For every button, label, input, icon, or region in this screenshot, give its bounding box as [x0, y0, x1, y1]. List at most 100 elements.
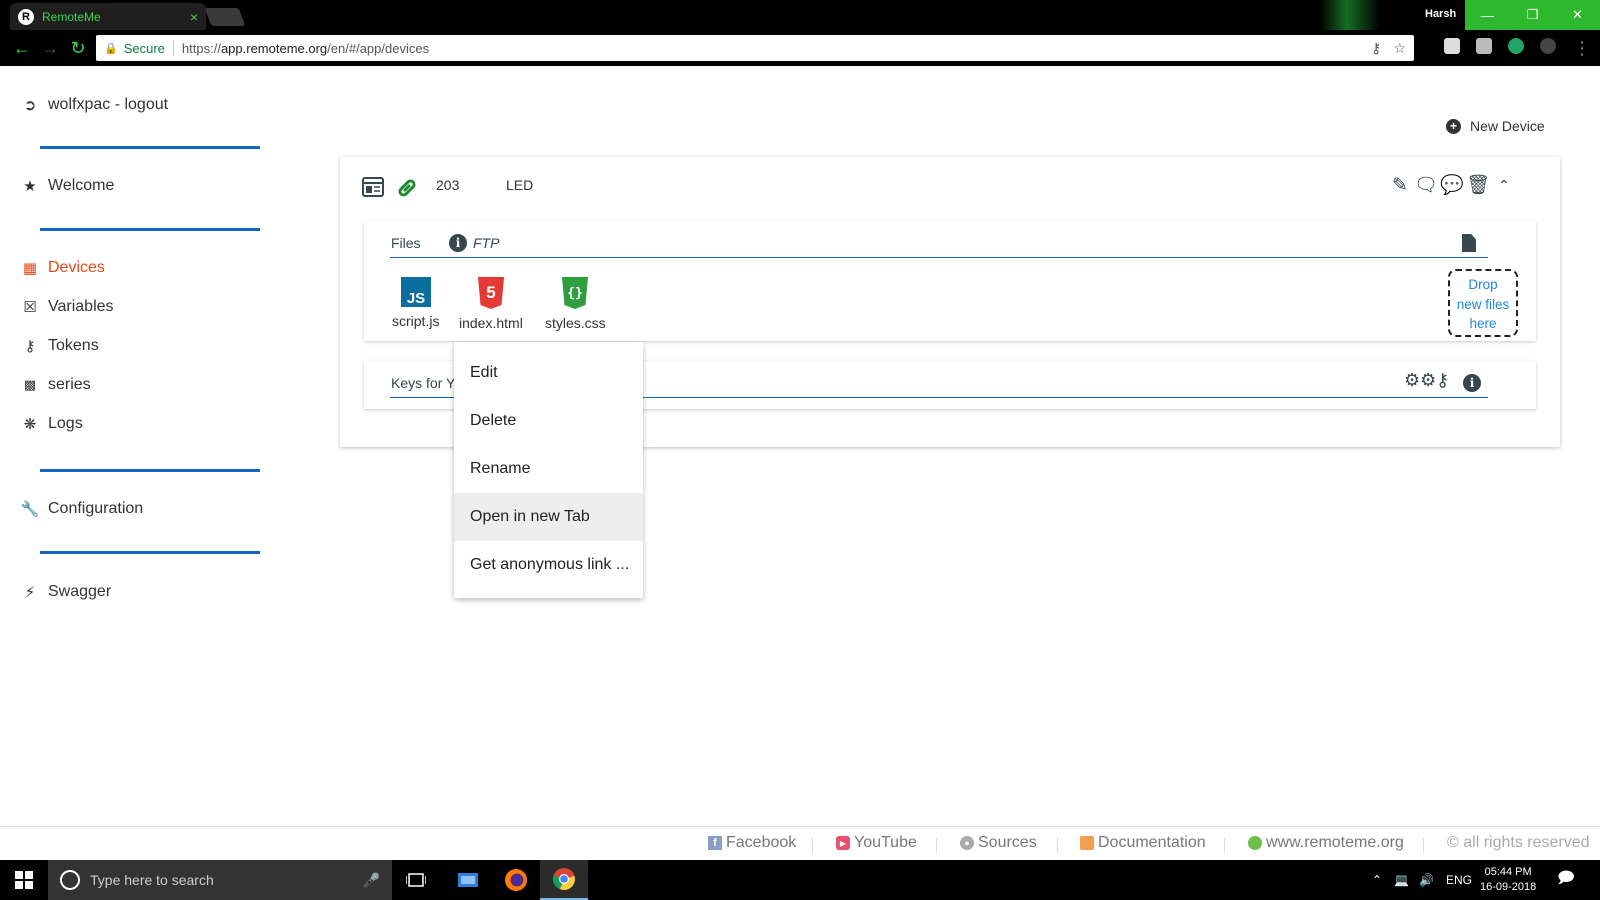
ftp-tab[interactable]: FTP	[473, 235, 499, 251]
omnibox-separator	[172, 40, 174, 56]
conversation-icon[interactable]: 💬	[1440, 173, 1464, 197]
delete-trash-icon[interactable]: 🗑	[1466, 173, 1490, 197]
key-icon[interactable]: ⚷	[1371, 40, 1381, 57]
browser-menu-icon[interactable]: ⋮	[1570, 36, 1594, 60]
footer-separator	[812, 837, 813, 853]
microphone-icon[interactable]: 🎤	[363, 872, 380, 889]
sidebar-item-label: Swagger	[48, 583, 112, 600]
device-name: LED	[506, 177, 534, 193]
github-icon: ●	[960, 836, 974, 850]
info-icon[interactable]: i	[1463, 374, 1481, 392]
sidebar-divider	[40, 551, 260, 554]
footer-link-label: YouTube	[854, 834, 917, 851]
network-icon[interactable]: 💻	[1394, 873, 1409, 887]
plus-circle-icon: +	[1446, 118, 1461, 134]
tab-close-icon[interactable]: ×	[190, 9, 198, 25]
browser-user-name[interactable]: Harsh	[1425, 8, 1456, 20]
edit-device-icon[interactable]: ✎	[1388, 173, 1412, 197]
menu-item-edit[interactable]: Edit	[454, 349, 643, 397]
chart-icon: ▩	[23, 377, 37, 392]
sidebar-divider	[40, 228, 260, 231]
sidebar-item-label: Devices	[48, 259, 105, 276]
extension-cube-icon[interactable]	[1444, 38, 1460, 54]
language-indicator[interactable]: ENG	[1446, 873, 1472, 887]
sidebar-item-devices[interactable]: ▦ Devices	[20, 259, 105, 277]
volume-icon[interactable]: 🔊	[1419, 873, 1434, 887]
key-icon: ⚷	[24, 338, 36, 355]
sidebar-item-logs[interactable]: ❋ Logs	[20, 415, 83, 433]
keys-label[interactable]: Keys for Y	[391, 375, 455, 391]
file-index-html[interactable]: 5 index.html	[459, 277, 523, 331]
menu-item-rename[interactable]: Rename	[454, 445, 643, 493]
drop-zone-line: here	[1469, 316, 1497, 331]
menu-item-anonymous-link[interactable]: Get anonymous link ...	[454, 541, 643, 589]
file-context-menu: Edit Delete Rename Open in new Tab Get a…	[454, 342, 643, 598]
file-styles-css[interactable]: {} styles.css	[545, 277, 606, 331]
window-close-button[interactable]: ✕	[1555, 0, 1600, 30]
taskbar-app-explorer[interactable]	[444, 860, 492, 900]
web-page-icon[interactable]	[362, 177, 384, 197]
sidebar-item-configuration[interactable]: 🔧 Configuration	[20, 500, 144, 518]
new-file-icon[interactable]	[1462, 234, 1476, 252]
js-file-icon: JS	[400, 277, 431, 307]
key-add-icon[interactable]: ⚷	[1436, 370, 1449, 391]
star-icon: ★	[23, 178, 37, 195]
window-restore-button[interactable]: ❐	[1510, 0, 1555, 30]
book-icon	[1080, 836, 1094, 850]
device-icon: ▦	[22, 260, 38, 277]
tray-expand-icon[interactable]: ⌃	[1372, 873, 1382, 887]
notification-center-icon[interactable]: 🗩	[1557, 860, 1575, 900]
reload-icon[interactable]: ↻	[66, 36, 90, 60]
drop-files-zone[interactable]: Drop new files here	[1448, 269, 1518, 337]
taskbar-app-firefox[interactable]	[492, 860, 540, 900]
extension-cart-icon[interactable]	[1508, 38, 1524, 54]
footer-separator	[1057, 837, 1058, 853]
footer-link-sources[interactable]: ● Sources	[960, 834, 1037, 852]
back-arrow-icon[interactable]: ←	[10, 36, 34, 60]
task-view-icon	[406, 873, 426, 887]
file-name: styles.css	[545, 315, 606, 331]
footer-link-documentation[interactable]: Documentation	[1080, 834, 1206, 852]
menu-item-delete[interactable]: Delete	[454, 397, 643, 445]
new-device-button[interactable]: + New Device	[1446, 118, 1545, 134]
collapse-chevron-icon[interactable]: ⌃	[1492, 173, 1516, 197]
new-tab-button[interactable]	[204, 8, 246, 26]
sidebar-item-series[interactable]: ▩ series	[20, 376, 91, 394]
wrench-icon: 🔧	[20, 501, 40, 518]
window-minimize-button[interactable]: —	[1465, 0, 1510, 30]
start-button[interactable]	[0, 860, 48, 900]
forward-arrow-icon[interactable]: →	[38, 36, 62, 60]
extension-disabled-icon[interactable]	[1540, 38, 1556, 54]
browser-tab-remoteme[interactable]: R RemoteMe ×	[10, 3, 206, 30]
html5-file-icon: 5	[477, 277, 504, 309]
taskbar-app-chrome[interactable]	[540, 860, 588, 900]
info-icon[interactable]: i	[449, 234, 467, 252]
sidebar-item-swagger[interactable]: ⚡ Swagger	[20, 583, 111, 601]
sidebar-item-variables[interactable]: ☒ Variables	[20, 298, 113, 316]
footer-link-website[interactable]: www.remoteme.org	[1248, 834, 1404, 852]
address-bar[interactable]: 🔒 Secure https://app.remoteme.org/en/#/a…	[96, 35, 1414, 61]
svg-text:JS: JS	[407, 290, 425, 307]
footer-copyright: © all rights reserved	[1447, 834, 1590, 851]
task-view-button[interactable]	[392, 860, 440, 900]
url-text[interactable]: https://app.remoteme.org/en/#/app/device…	[182, 41, 1359, 56]
sidebar-item-welcome[interactable]: ★ Welcome	[20, 177, 114, 195]
sidebar-item-tokens[interactable]: ⚷ Tokens	[20, 337, 99, 355]
footer-link-label: Documentation	[1098, 834, 1206, 851]
firefox-icon	[505, 869, 527, 891]
file-script-js[interactable]: JS script.js	[392, 277, 439, 329]
link-icon[interactable]	[396, 177, 418, 199]
clock-date: 16-09-2018	[1480, 881, 1537, 893]
menu-item-open-new-tab[interactable]: Open in new Tab	[454, 493, 643, 541]
svg-text:{}: {}	[568, 286, 584, 301]
bookmark-star-icon[interactable]: ☆	[1393, 40, 1406, 57]
message-icon[interactable]: 🗨	[1414, 173, 1438, 197]
gears-icon[interactable]: ⚙⚙	[1404, 370, 1436, 391]
sidebar-item-logout[interactable]: ➲ wolfxpac - logout	[20, 96, 168, 114]
footer-link-facebook[interactable]: f Facebook	[708, 834, 796, 852]
footer-link-youtube[interactable]: ▶ YouTube	[836, 834, 917, 852]
extension-jb-icon[interactable]	[1476, 38, 1492, 54]
taskbar-search[interactable]: Type here to search 🎤	[48, 860, 392, 900]
taskbar-clock[interactable]: 05:44 PM 16-09-2018	[1480, 865, 1536, 895]
files-tab[interactable]: Files	[391, 235, 421, 251]
